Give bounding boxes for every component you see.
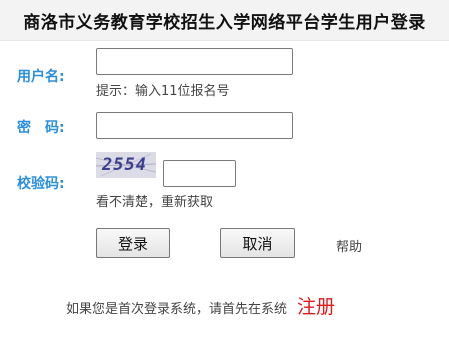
captcha-image-text: 2554 <box>102 155 147 175</box>
register-link[interactable]: 注册 <box>297 292 335 319</box>
help-link[interactable]: 帮助 <box>336 236 362 255</box>
cancel-button[interactable]: 取消 <box>220 228 295 258</box>
captcha-input[interactable] <box>163 160 236 187</box>
captcha-refresh-link[interactable]: 看不清楚，重新获取 <box>96 191 213 210</box>
page-header: 商洛市义务教育学校招生入学网络平台学生用户登录 <box>0 0 449 41</box>
footer: 如果您是首次登录系统，请首先在系统 注册 <box>66 292 335 319</box>
username-hint: 提示：输入11位报名号 <box>96 84 230 99</box>
page-title: 商洛市义务教育学校招生入学网络平台学生用户登录 <box>23 12 426 33</box>
username-input[interactable] <box>96 48 293 75</box>
captcha-image[interactable]: 2554 <box>96 152 156 178</box>
password-label: 密 码: <box>17 120 65 136</box>
login-button[interactable]: 登录 <box>96 228 170 258</box>
captcha-label: 校验码: <box>17 176 65 192</box>
username-label: 用户名: <box>17 69 65 85</box>
password-input[interactable] <box>96 112 293 139</box>
first-login-prompt: 如果您是首次登录系统，请首先在系统 <box>66 302 288 317</box>
